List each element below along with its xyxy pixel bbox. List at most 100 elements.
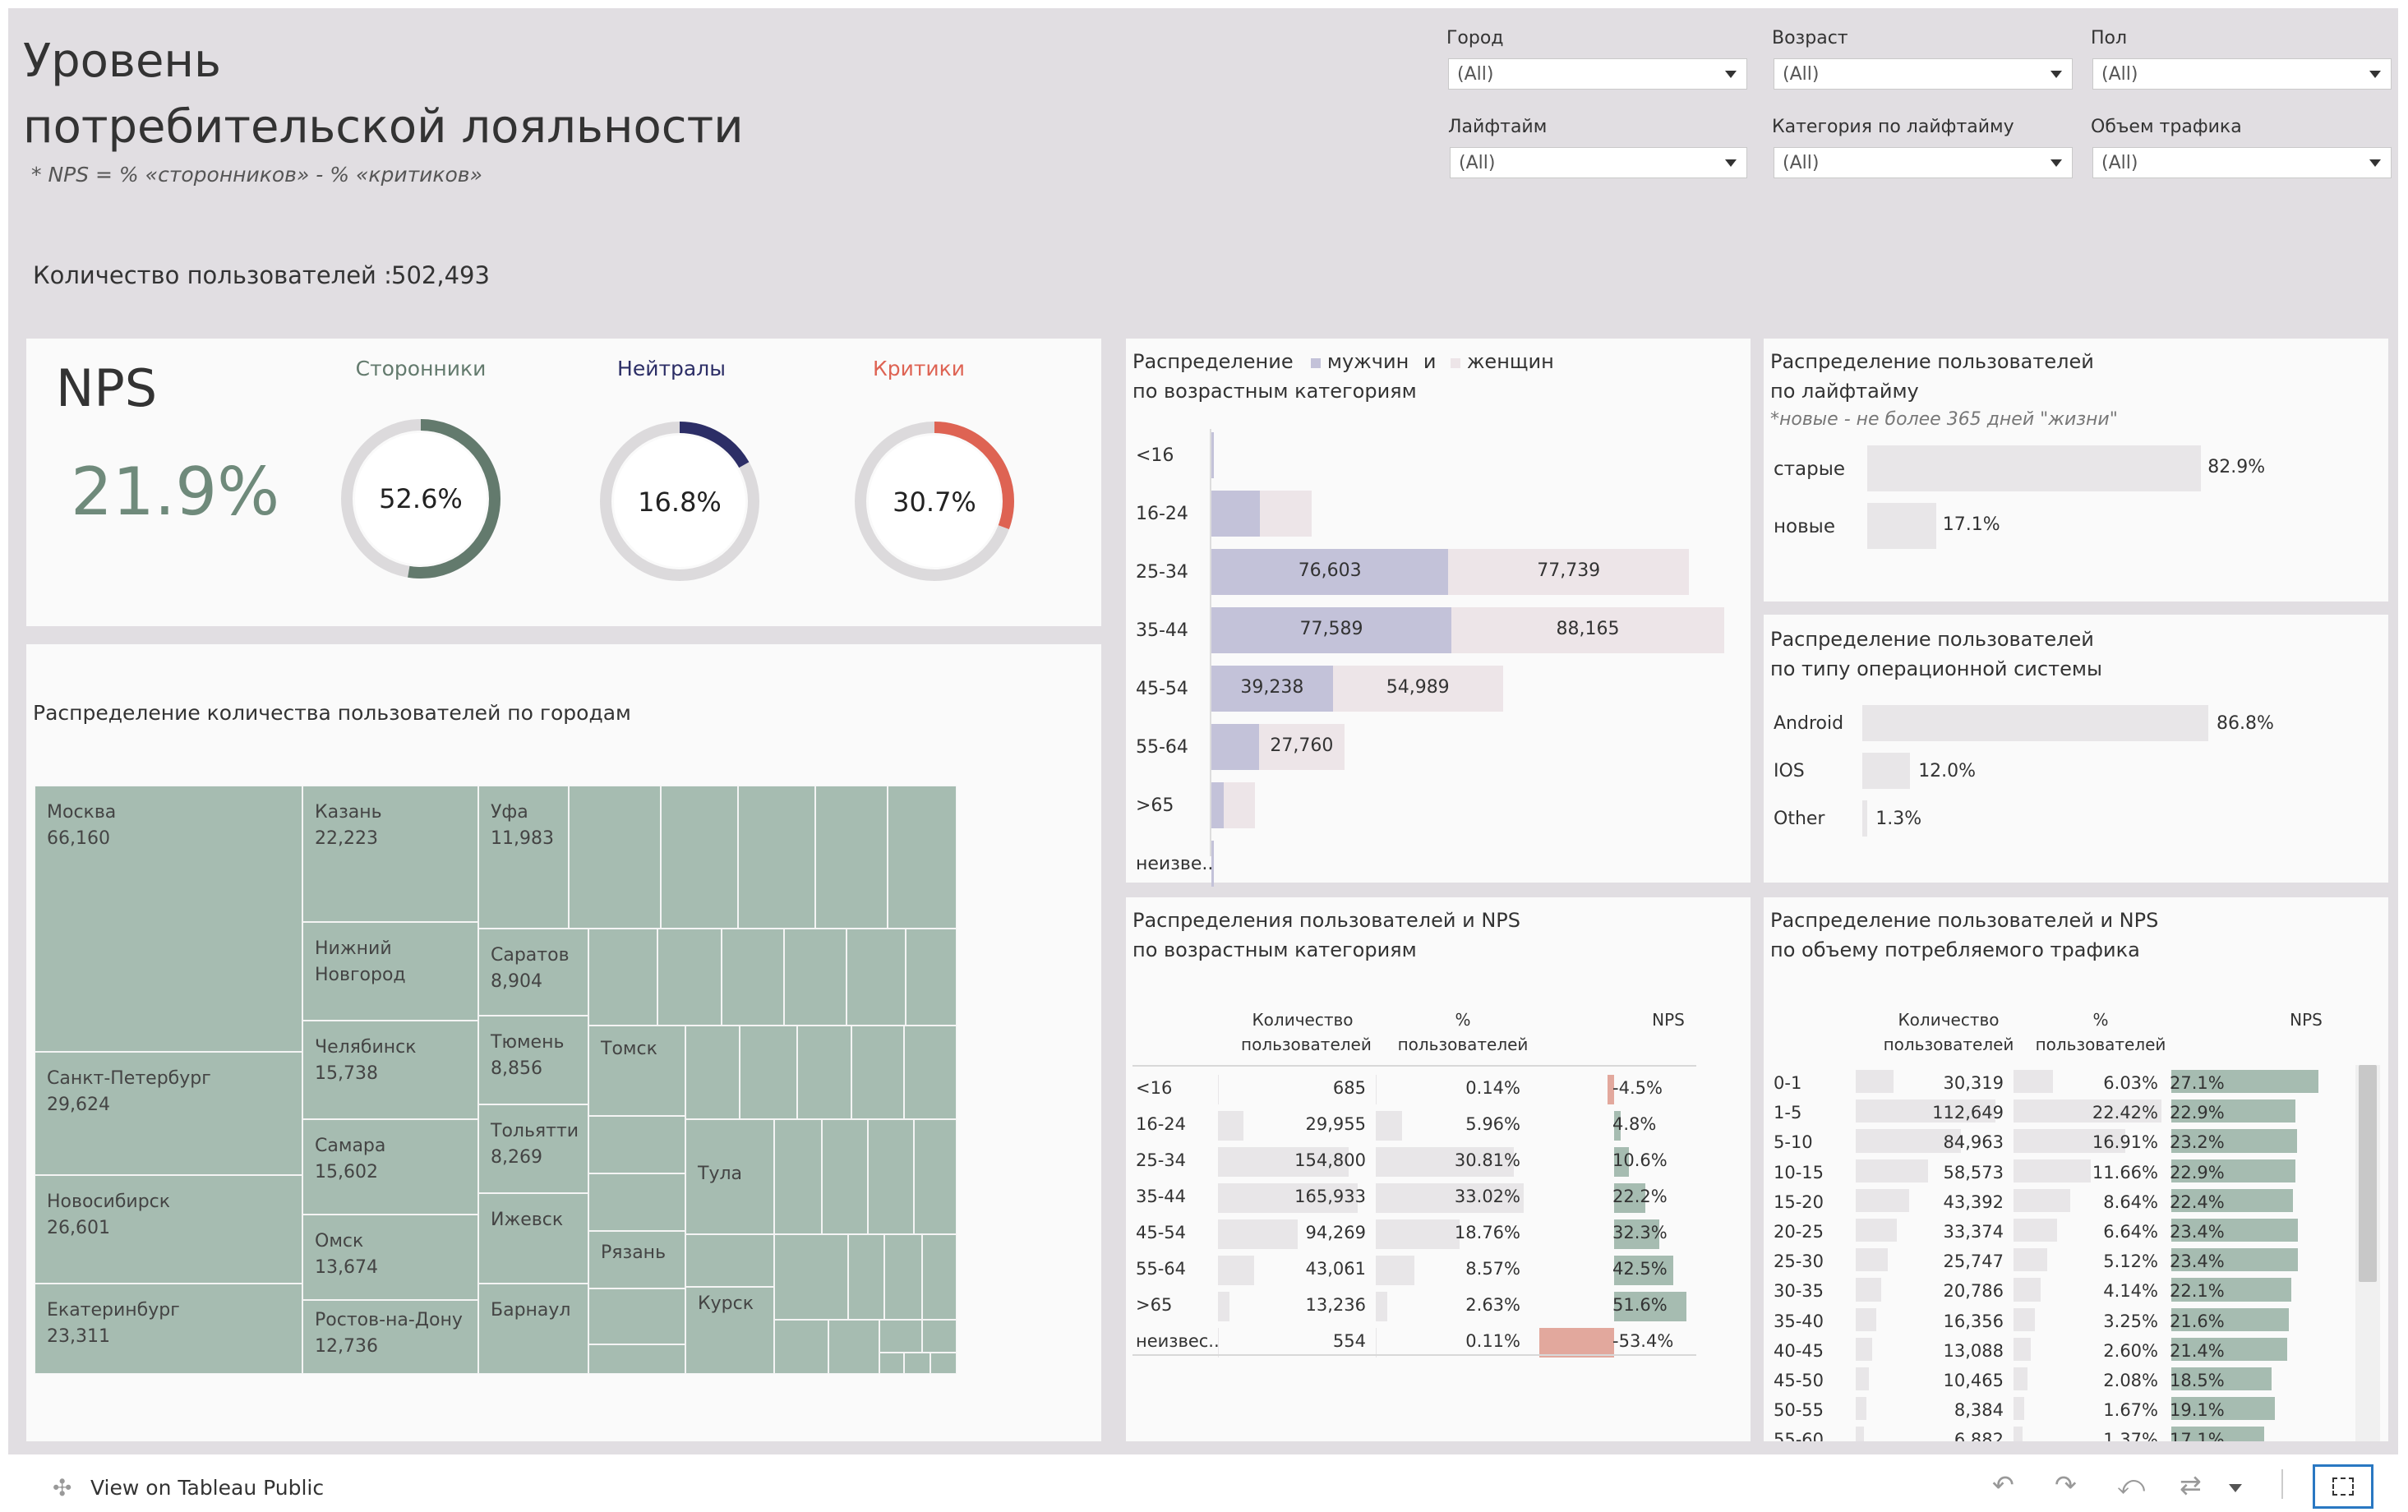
female-bar[interactable]: 77,739	[1448, 549, 1690, 595]
treemap-cell[interactable]	[846, 929, 906, 1026]
filter-age-select[interactable]: (All)	[1774, 58, 2073, 90]
treemap-cell[interactable]	[879, 1320, 922, 1353]
treemap-cell[interactable]	[738, 786, 815, 929]
fullscreen-button[interactable]	[2313, 1464, 2373, 1509]
scrollbar-thumb[interactable]	[2359, 1065, 2377, 1282]
female-bar[interactable]: 88,165	[1451, 607, 1724, 653]
treemap-cell[interactable]	[904, 1026, 957, 1119]
table-row[interactable]	[1770, 1423, 2334, 1441]
female-bar[interactable]: 54,989	[1332, 666, 1503, 712]
treemap-cell[interactable]	[588, 1116, 685, 1173]
treemap-cell-kazan[interactable]: Казань 22,223	[302, 786, 478, 922]
table-row[interactable]	[1770, 1215, 2334, 1245]
table-row[interactable]	[1132, 1108, 1696, 1144]
treemap-cell-izhevsk[interactable]: Ижевск	[478, 1193, 588, 1284]
male-bar[interactable]: 76,603	[1211, 549, 1449, 595]
chevron-down-icon[interactable]	[2229, 1484, 2242, 1492]
treemap-cell[interactable]	[848, 1234, 884, 1320]
lifetime-bar[interactable]	[1867, 503, 1936, 549]
treemap-cell-tolyatti[interactable]: Тольятти 8,269	[478, 1104, 588, 1193]
table-row[interactable]	[1770, 1096, 2334, 1126]
filter-traffic-select[interactable]: (All)	[2092, 147, 2392, 178]
table-row[interactable]	[1770, 1305, 2334, 1335]
male-bar[interactable]	[1211, 432, 1214, 478]
treemap-cell[interactable]	[588, 1288, 685, 1344]
view-on-tableau-link[interactable]: View on Tableau Public	[90, 1476, 324, 1500]
treemap-cell-saratov[interactable]: Саратов 8,904	[478, 929, 588, 1016]
treemap-cell-ryazan[interactable]: Рязань	[588, 1231, 685, 1288]
filter-lifetime-select[interactable]: (All)	[1450, 147, 1747, 178]
table-row[interactable]	[1132, 1144, 1696, 1180]
treemap-cell[interactable]	[822, 1119, 868, 1234]
table-row[interactable]	[1770, 1275, 2334, 1304]
treemap-cell-samara[interactable]: Самара 15,602	[302, 1119, 478, 1215]
treemap-cell[interactable]	[828, 1320, 879, 1374]
treemap-cell[interactable]	[797, 1026, 851, 1119]
treemap-cell[interactable]	[888, 786, 957, 929]
treemap-cell-chelyabinsk[interactable]: Челябинск 15,738	[302, 1021, 478, 1119]
treemap-cell[interactable]	[784, 929, 846, 1026]
treemap-cell-barnaul[interactable]: Барнаул	[478, 1284, 588, 1374]
table-row[interactable]	[1770, 1245, 2334, 1275]
female-bar[interactable]	[1224, 782, 1255, 828]
treemap-cell-spb[interactable]: Санкт-Петербург 29,624	[35, 1052, 302, 1175]
table-row[interactable]	[1770, 1126, 2334, 1155]
treemap-cell-tula[interactable]: Тула	[685, 1119, 774, 1234]
treemap-cell[interactable]	[904, 1353, 930, 1374]
treemap-cell[interactable]	[815, 786, 888, 929]
redo-icon[interactable]: ↷	[2055, 1469, 2077, 1500]
treemap-cell-ekaterinburg[interactable]: Екатеринбург 23,311	[35, 1284, 302, 1374]
treemap-cell[interactable]	[774, 1320, 828, 1374]
treemap-cell[interactable]	[588, 1173, 685, 1231]
os-bar[interactable]	[1862, 705, 2208, 741]
treemap-cell-tyumen[interactable]: Тюмень 8,856	[478, 1016, 588, 1104]
female-bar[interactable]	[1259, 491, 1312, 537]
table-row[interactable]	[1132, 1180, 1696, 1216]
treemap-cell[interactable]	[774, 1119, 822, 1234]
treemap-cell[interactable]	[879, 1353, 904, 1374]
treemap-cell-nizhny[interactable]: Нижний Новгород	[302, 922, 478, 1021]
table-row[interactable]	[1770, 1364, 2334, 1394]
os-bar[interactable]	[1862, 800, 1868, 837]
treemap-cell[interactable]	[930, 1353, 957, 1374]
table-row[interactable]	[1770, 1335, 2334, 1364]
male-bar[interactable]	[1211, 724, 1259, 770]
treemap-cell[interactable]	[685, 1234, 774, 1287]
male-bar[interactable]: 77,589	[1211, 607, 1452, 653]
os-bar[interactable]	[1862, 753, 1911, 789]
female-bar[interactable]: 27,760	[1258, 724, 1345, 770]
treemap-cell[interactable]	[868, 1119, 914, 1234]
filter-lifetime-category-select[interactable]: (All)	[1774, 147, 2073, 178]
treemap-cell-kursk[interactable]: Курск	[685, 1287, 774, 1374]
revert-icon[interactable]: ⤺	[2117, 1469, 2145, 1501]
treemap-cell[interactable]	[588, 929, 657, 1026]
treemap-cell[interactable]	[914, 1119, 957, 1234]
table-row[interactable]	[1132, 1252, 1696, 1288]
treemap-cell[interactable]	[906, 929, 957, 1026]
treemap-cell[interactable]	[884, 1234, 922, 1320]
treemap-cell[interactable]	[740, 1026, 797, 1119]
treemap-cell[interactable]	[922, 1234, 957, 1320]
treemap-cell-moscow[interactable]: Москва 66,160	[35, 786, 302, 1052]
male-bar[interactable]	[1211, 841, 1214, 887]
treemap-cell-tomsk[interactable]: Томск	[588, 1026, 685, 1116]
treemap-cell[interactable]	[661, 786, 738, 929]
treemap-cell[interactable]	[851, 1026, 904, 1119]
treemap-cell[interactable]	[588, 1344, 685, 1374]
table-row[interactable]	[1770, 1067, 2334, 1096]
table-row[interactable]	[1132, 1288, 1696, 1325]
treemap-cell[interactable]	[569, 786, 661, 929]
table-row[interactable]	[1770, 1186, 2334, 1215]
male-bar[interactable]: 39,238	[1211, 666, 1333, 712]
treemap-cell[interactable]	[922, 1320, 957, 1353]
lifetime-bar[interactable]	[1867, 445, 2202, 491]
treemap-cell-novosibirsk[interactable]: Новосибирск 26,601	[35, 1175, 302, 1284]
treemap-cell[interactable]	[685, 1026, 740, 1119]
refresh-icon[interactable]: ⇄	[2180, 1469, 2202, 1500]
treemap-cell[interactable]	[657, 929, 722, 1026]
treemap-cell-omsk[interactable]: Омск 13,674	[302, 1215, 478, 1300]
male-bar[interactable]	[1211, 782, 1225, 828]
treemap-cell[interactable]	[774, 1234, 848, 1320]
treemap-cell-rostov[interactable]: Ростов-на-Дону 12,736	[302, 1300, 478, 1374]
undo-icon[interactable]: ↶	[1992, 1469, 2014, 1500]
